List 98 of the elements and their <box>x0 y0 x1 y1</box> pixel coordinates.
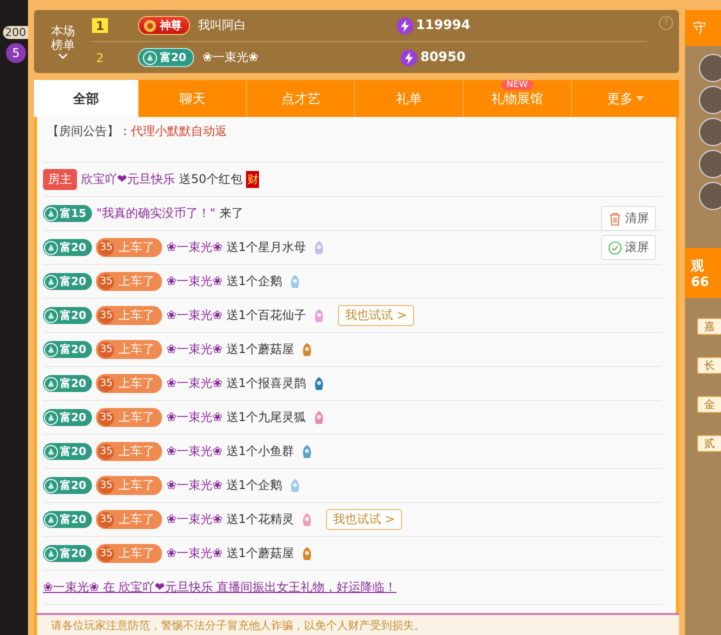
user-name: ❀一束光❀ <box>166 477 222 494</box>
fan-badge: 35 上车了 <box>96 306 162 325</box>
rank-tag: 嘉 <box>697 318 721 335</box>
score: 80950 <box>420 50 466 65</box>
drop-icon <box>44 206 58 220</box>
rank-tag: 贰 <box>697 435 721 452</box>
help-icon[interactable]: ? <box>659 16 673 30</box>
leaderboard-title: 本场榜单 <box>50 24 76 52</box>
message-text: 送1个百花仙子 <box>226 307 306 324</box>
user-name: ❀一束光❀ <box>166 443 222 460</box>
message-text: 送50个红包 <box>179 171 242 188</box>
wealth-level-badge: 富20 <box>43 477 92 494</box>
host-tag: 房主 <box>43 169 77 190</box>
avatar[interactable] <box>699 150 721 178</box>
user-name: ❀一束光❀ <box>166 307 222 324</box>
message-text: 送1个星月水母 <box>226 239 306 256</box>
viewers-label: 观 <box>691 258 705 274</box>
message-text: 送1个花精灵 <box>226 511 294 528</box>
wealth-level-badge: 富20 <box>43 409 92 426</box>
drop-icon <box>44 240 58 254</box>
user-name: 欣宝吖❤元旦快乐 <box>81 171 176 188</box>
fan-badge: 35 上车了 <box>96 510 162 529</box>
user-name: 我叫阿白 <box>198 17 247 34</box>
drop-icon <box>44 274 58 288</box>
chevron-down-icon <box>58 52 68 60</box>
fan-badge: 35 上车了 <box>96 272 162 291</box>
wealth-level-badge: 富20 <box>43 273 92 290</box>
user-name: "我真的确实没币了！" <box>96 205 216 222</box>
level-badge: 富20 <box>138 48 194 67</box>
message-text: 送1个企鹅 <box>226 477 282 494</box>
fan-badge: 35 上车了 <box>96 374 162 393</box>
drop-icon <box>44 512 58 526</box>
fan-badge: 35 上车了 <box>96 408 162 427</box>
user-name: ❀一束光❀ <box>166 273 222 290</box>
safety-notice: 请各位玩家注意防范，警惕不法分子冒充他人诈骗，以免个人财产受到损失。 <box>34 613 679 635</box>
drop-icon <box>44 410 58 424</box>
fan-badge: 35 上车了 <box>96 238 162 257</box>
message-text: 来了 <box>219 205 244 222</box>
wealth-level-badge: 富20 <box>43 443 92 460</box>
tool-button[interactable]: 清屏 <box>601 206 656 231</box>
drop-icon <box>44 308 58 322</box>
user-name: ❀一束光❀ <box>166 341 222 358</box>
drop-icon <box>44 376 58 390</box>
fan-badge: 35 上车了 <box>96 544 162 563</box>
tab[interactable]: 全部 <box>34 80 138 117</box>
wealth-level-badge: 富20 <box>43 239 92 256</box>
tool-button[interactable]: 滚屏 <box>601 235 656 260</box>
count-badge: 5 <box>6 43 26 63</box>
fan-badge: 35 上车了 <box>96 340 162 359</box>
rank-tag: 长 <box>697 357 721 374</box>
drop-icon <box>44 342 58 356</box>
message-text: 送1个九尾灵狐 <box>226 409 306 426</box>
guard-tab[interactable]: 守 <box>685 10 721 46</box>
user-name: ❀一束光❀ <box>166 409 222 426</box>
score: 119994 <box>416 18 470 33</box>
medal-icon <box>143 18 157 32</box>
drop-icon <box>44 546 58 560</box>
fan-badge: 35 上车了 <box>96 476 162 495</box>
gift-count: 200 <box>3 26 28 39</box>
trash-icon <box>608 212 622 226</box>
rank-number: 2 <box>95 50 105 65</box>
viewers-count: 66 <box>691 274 710 290</box>
avatar[interactable] <box>699 86 721 114</box>
fan-badge: 35 上车了 <box>96 442 162 461</box>
message-text: 送1个蘑菇屋 <box>226 341 294 358</box>
broadcast-text: ❀一束光❀ 在 欣宝吖❤元旦快乐 直播间振出女王礼物，好运降临！ <box>43 579 397 596</box>
user-name: ❀一束光❀ <box>166 545 222 562</box>
user-name: ❀一束光❀ <box>166 511 222 528</box>
lightning-icon <box>400 48 418 66</box>
avatar[interactable] <box>699 182 721 210</box>
drop-icon <box>44 444 58 458</box>
message-text: 送1个小鱼群 <box>226 443 294 460</box>
user-name: ❀一束光❀ <box>166 375 222 392</box>
wealth-level-badge: 富20 <box>43 511 92 528</box>
fortune-tag: 财 <box>246 171 260 188</box>
wealth-level-badge: 富15 <box>43 205 92 222</box>
announcement-label: 【房间公告】： <box>47 123 131 140</box>
avatar[interactable] <box>699 118 721 146</box>
try-button[interactable]: 我也试试 > <box>338 305 414 326</box>
message-text: 送1个报喜灵鹊 <box>226 375 306 392</box>
drop-icon <box>44 478 58 492</box>
wealth-level-badge: 富20 <box>43 341 92 358</box>
message-text: 送1个企鹅 <box>226 273 282 290</box>
drop-icon <box>143 50 157 64</box>
user-name: ❀一束光❀ <box>202 49 260 66</box>
level-badge: 神尊 <box>138 16 190 35</box>
avatar[interactable] <box>699 54 721 82</box>
announcement-text: 代理小默默自动返 <box>131 123 227 140</box>
wealth-level-badge: 富20 <box>43 307 92 324</box>
rank-number: 1 <box>92 18 108 33</box>
new-badge: NEW <box>502 80 533 90</box>
wealth-level-badge: 富20 <box>43 545 92 562</box>
lightning-icon <box>396 16 414 34</box>
rank-tag: 金 <box>697 396 721 413</box>
user-name: ❀一束光❀ <box>166 239 222 256</box>
message-text: 送1个蘑菇屋 <box>226 545 294 562</box>
try-button[interactable]: 我也试试 > <box>326 509 402 530</box>
wealth-level-badge: 富20 <box>43 375 92 392</box>
